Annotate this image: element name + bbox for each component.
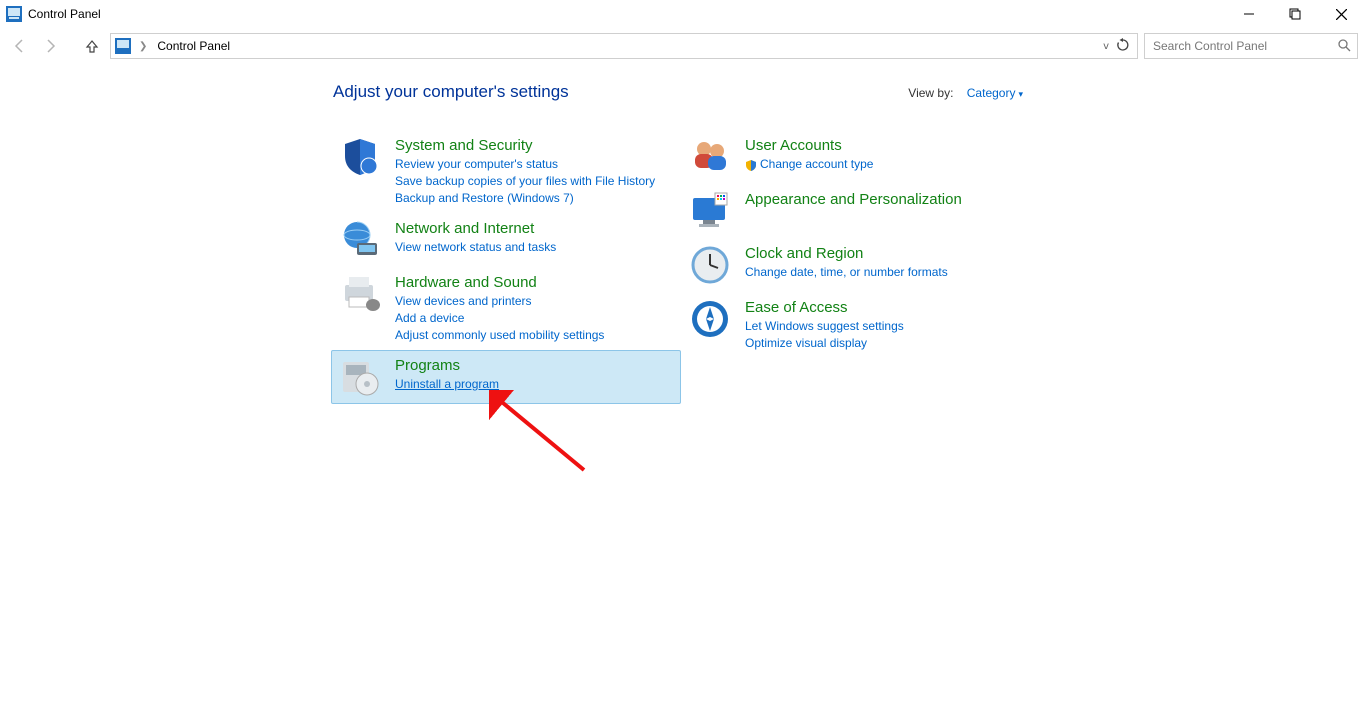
maximize-button[interactable] <box>1272 0 1318 28</box>
sublink-add-device[interactable]: Add a device <box>395 310 675 327</box>
category-title-link[interactable]: Ease of Access <box>745 299 848 316</box>
back-button[interactable] <box>8 34 32 58</box>
category-title-link[interactable]: Programs <box>395 357 460 374</box>
uac-shield-icon <box>745 159 757 171</box>
search-input[interactable] <box>1151 38 1337 54</box>
sublink-date-time-formats[interactable]: Change date, time, or number formats <box>745 264 1025 281</box>
category-title-link[interactable]: System and Security <box>395 137 533 154</box>
sublink-optimize-display[interactable]: Optimize visual display <box>745 335 1025 352</box>
sublink-devices-printers[interactable]: View devices and printers <box>395 293 675 310</box>
close-button[interactable] <box>1318 0 1364 28</box>
control-panel-icon <box>115 38 131 54</box>
view-by: View by: Category▾ <box>908 86 1023 100</box>
search-box[interactable] <box>1144 33 1358 59</box>
view-by-label: View by: <box>908 86 953 100</box>
category-programs: Programs Uninstall a program <box>331 350 681 404</box>
disc-box-icon <box>339 356 381 398</box>
up-button[interactable] <box>80 34 104 58</box>
content: Adjust your computer's settings View by:… <box>0 64 1366 404</box>
clock-icon <box>689 244 731 286</box>
sublink-change-account-type[interactable]: Change account type <box>745 156 1025 173</box>
sublink-network-status[interactable]: View network status and tasks <box>395 239 675 256</box>
category-user-accounts: User Accounts Change account type <box>681 130 1031 184</box>
printer-icon <box>339 273 381 315</box>
chevron-right-icon: ❯ <box>135 41 151 52</box>
monitor-icon <box>689 190 731 232</box>
category-network: Network and Internet View network status… <box>331 213 681 267</box>
address-bar[interactable]: ❯ Control Panel ⅴ <box>110 33 1138 59</box>
category-appearance: Appearance and Personalization <box>681 184 1031 238</box>
dropdown-caret-icon[interactable]: ⅴ <box>1103 41 1109 52</box>
control-panel-icon <box>6 6 22 22</box>
refresh-button[interactable] <box>1113 38 1133 55</box>
category-hardware: Hardware and Sound View devices and prin… <box>331 267 681 350</box>
category-system-security: System and Security Review your computer… <box>331 130 681 213</box>
category-title-link[interactable]: Appearance and Personalization <box>745 191 962 208</box>
sublink-uninstall-program[interactable]: Uninstall a program <box>395 376 675 393</box>
sublink-suggest-settings[interactable]: Let Windows suggest settings <box>745 318 1025 335</box>
minimize-button[interactable] <box>1226 0 1272 28</box>
titlebar: Control Panel <box>0 0 1366 28</box>
forward-button[interactable] <box>38 34 62 58</box>
category-clock-region: Clock and Region Change date, time, or n… <box>681 238 1031 292</box>
sublink-file-history[interactable]: Save backup copies of your files with Fi… <box>395 173 675 190</box>
sublink-mobility-settings[interactable]: Adjust commonly used mobility settings <box>395 327 675 344</box>
search-icon <box>1337 38 1351 55</box>
breadcrumb[interactable]: Control Panel <box>155 39 232 53</box>
sublink-review-status[interactable]: Review your computer's status <box>395 156 675 173</box>
toolbar: ❯ Control Panel ⅴ <box>0 28 1366 64</box>
category-title-link[interactable]: Network and Internet <box>395 220 534 237</box>
shield-icon <box>339 136 381 178</box>
ease-of-access-icon <box>689 298 731 340</box>
users-icon <box>689 136 731 178</box>
page-title: Adjust your computer's settings <box>333 82 569 102</box>
category-title-link[interactable]: User Accounts <box>745 137 842 154</box>
view-by-dropdown[interactable]: Category▾ <box>967 86 1023 100</box>
window-title: Control Panel <box>28 7 101 21</box>
category-title-link[interactable]: Hardware and Sound <box>395 274 537 291</box>
sublink-backup-restore[interactable]: Backup and Restore (Windows 7) <box>395 190 675 207</box>
category-title-link[interactable]: Clock and Region <box>745 245 863 262</box>
category-ease-of-access: Ease of Access Let Windows suggest setti… <box>681 292 1031 358</box>
globe-icon <box>339 219 381 261</box>
